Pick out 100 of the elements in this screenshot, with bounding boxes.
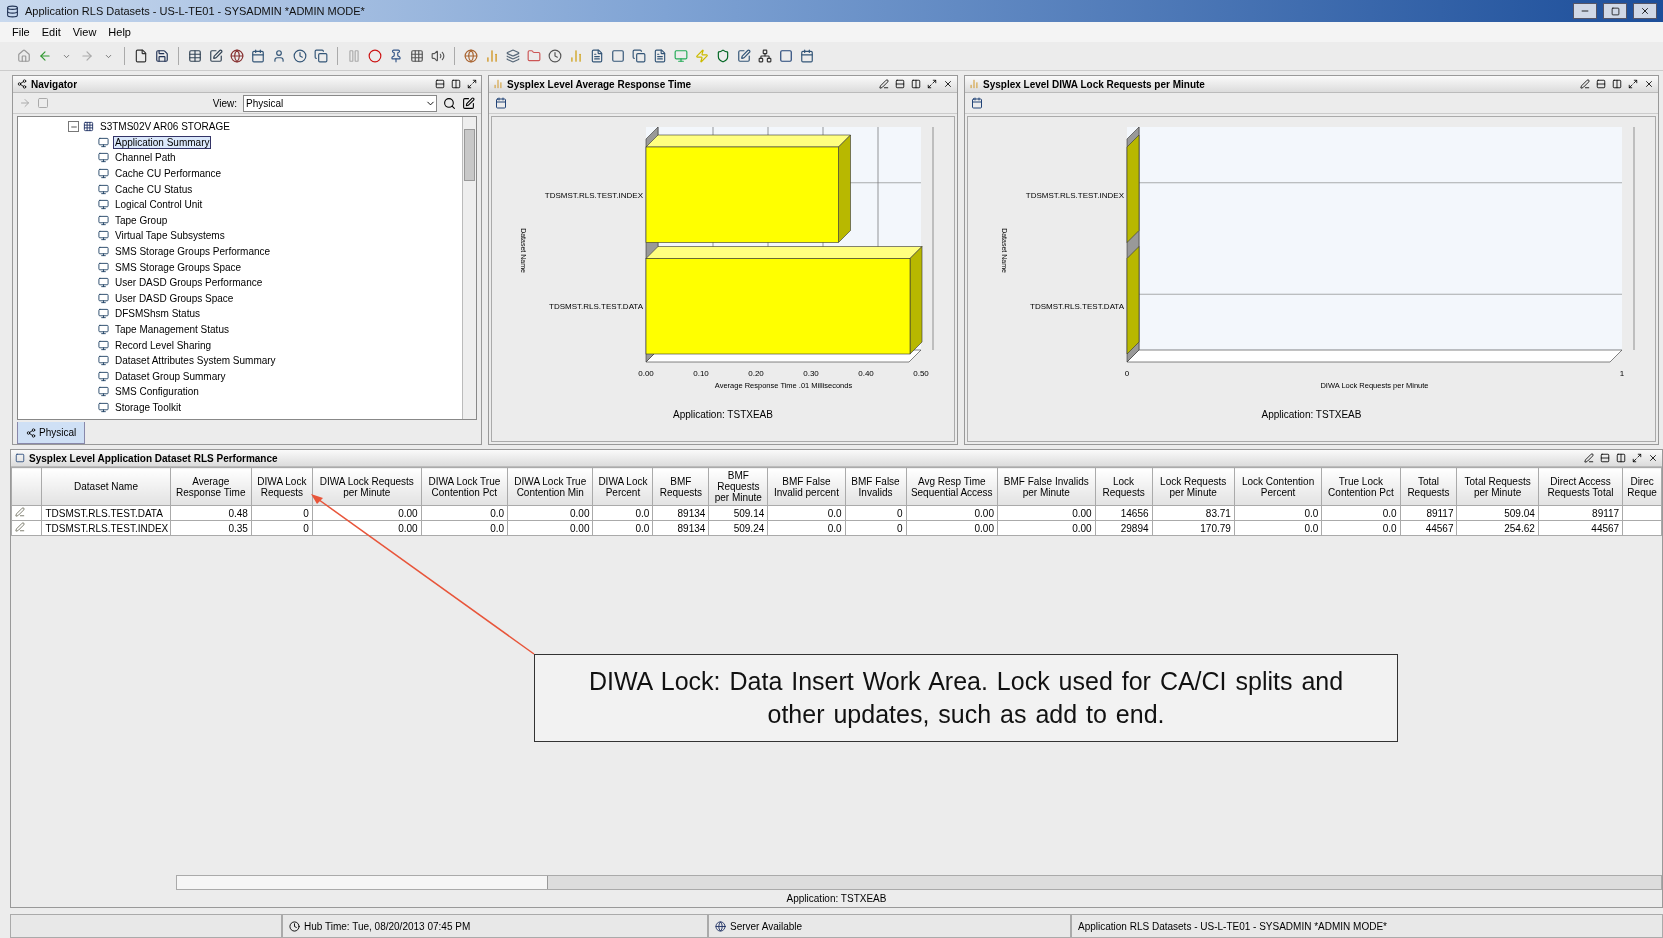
- menu-item[interactable]: Help: [104, 26, 135, 38]
- user-button[interactable]: [271, 48, 287, 64]
- copy-button[interactable]: [313, 48, 329, 64]
- tree-item[interactable]: Virtual Tape Subsystems: [113, 229, 227, 243]
- column-header[interactable]: Direc Reque: [1622, 467, 1662, 506]
- column-header[interactable]: DIWA Lock Requests: [251, 467, 313, 506]
- pin-button[interactable]: [388, 48, 404, 64]
- minimize-button[interactable]: [1573, 3, 1597, 19]
- globe-button[interactable]: [463, 48, 479, 64]
- split-icon[interactable]: [911, 79, 921, 89]
- column-header[interactable]: BMF False Invalids per Minute: [997, 467, 1096, 506]
- column-header[interactable]: BMF Requests: [652, 467, 709, 506]
- maximize-icon[interactable]: [1632, 453, 1642, 463]
- edit-button[interactable]: [736, 48, 752, 64]
- pencil-icon[interactable]: [1580, 79, 1590, 89]
- tree-item[interactable]: Application Summary: [113, 135, 212, 149]
- tree-item[interactable]: Record Level Sharing: [113, 338, 214, 352]
- scrollbar[interactable]: [176, 875, 1662, 890]
- column-header[interactable]: Lock Requests: [1095, 467, 1152, 506]
- close-icon[interactable]: [1648, 453, 1658, 463]
- column-header[interactable]: Dataset Name: [42, 467, 171, 506]
- tree-item[interactable]: SMS Storage Groups Performance: [113, 245, 273, 259]
- column-header[interactable]: Average Response Time: [170, 467, 252, 506]
- column-header[interactable]: DIWA Lock Percent: [592, 467, 653, 506]
- column-header[interactable]: Lock Requests per Minute: [1152, 467, 1235, 506]
- layers-button[interactable]: [505, 48, 521, 64]
- menu-item[interactable]: File: [8, 26, 34, 38]
- window-button[interactable]: [610, 48, 626, 64]
- tree-item[interactable]: Storage Toolkit: [113, 401, 183, 414]
- table-button[interactable]: [187, 48, 203, 64]
- edit-icon[interactable]: [462, 96, 475, 110]
- folder-button[interactable]: [526, 48, 542, 64]
- calendar-button[interactable]: [799, 48, 815, 64]
- maximize-icon[interactable]: [1628, 79, 1638, 89]
- network-button[interactable]: [757, 48, 773, 64]
- clock-button[interactable]: [547, 48, 563, 64]
- tree-item[interactable]: Cache CU Performance: [113, 167, 224, 181]
- globe-button[interactable]: [229, 48, 245, 64]
- column-header[interactable]: True Lock Contention Pct: [1321, 467, 1401, 506]
- window-button[interactable]: [778, 48, 794, 64]
- pencil-icon[interactable]: [1584, 453, 1594, 463]
- close-button[interactable]: [1633, 3, 1657, 19]
- collapse-toggle[interactable]: [68, 121, 79, 133]
- maximize-icon[interactable]: [927, 79, 937, 89]
- column-header[interactable]: Avg Resp Time Sequential Access: [906, 467, 998, 506]
- calendar-button[interactable]: [250, 48, 266, 64]
- tree-item[interactable]: User DASD Groups Space: [113, 291, 236, 305]
- column-header[interactable]: Total Requests per Minute: [1456, 467, 1539, 506]
- column-header[interactable]: BMF False Invalids: [845, 467, 906, 506]
- column-header[interactable]: Total Requests: [1400, 467, 1457, 506]
- tree-item[interactable]: Logical Control Unit: [113, 198, 205, 212]
- search-icon[interactable]: [443, 96, 456, 110]
- menu-item[interactable]: Edit: [37, 26, 65, 38]
- split-icon[interactable]: [451, 79, 461, 89]
- view-dropdown[interactable]: Physical: [243, 94, 437, 112]
- pencil-icon[interactable]: [879, 79, 889, 89]
- tree-item[interactable]: User DASD Groups Performance: [113, 276, 265, 290]
- edit-button[interactable]: [208, 48, 224, 64]
- tree-item[interactable]: S3TMS02V AR06 STORAGE: [98, 120, 232, 134]
- grid-button[interactable]: [409, 48, 425, 64]
- column-header[interactable]: Direct Access Requests Total: [1538, 467, 1623, 506]
- tree-item[interactable]: DFSMShsm Status: [113, 307, 203, 321]
- speaker-button[interactable]: [430, 48, 446, 64]
- document-button[interactable]: [589, 48, 605, 64]
- calendar-icon[interactable]: [971, 97, 983, 109]
- column-header[interactable]: DIWA Lock True Contention Min: [507, 467, 593, 506]
- tree-item[interactable]: Dataset Attributes System Summary: [113, 354, 278, 368]
- close-icon[interactable]: [1644, 79, 1654, 89]
- shield-button[interactable]: [715, 48, 731, 64]
- maximize-button[interactable]: [1603, 3, 1627, 19]
- calendar-icon[interactable]: [495, 97, 507, 109]
- column-header[interactable]: DIWA Lock Requests per Minute: [312, 467, 422, 506]
- menu-item[interactable]: View: [68, 26, 101, 38]
- tree-item[interactable]: SMS Storage Groups Space: [113, 260, 244, 274]
- clock-button[interactable]: [292, 48, 308, 64]
- tree-item[interactable]: Tape Group: [113, 213, 170, 227]
- panel-layout-icon[interactable]: [1596, 79, 1606, 89]
- maximize-icon[interactable]: [467, 79, 477, 89]
- tab[interactable]: Physical: [17, 422, 86, 444]
- tree-item[interactable]: Tape Management Status: [113, 323, 231, 336]
- panel-layout-icon[interactable]: [1600, 453, 1610, 463]
- copy-button[interactable]: [631, 48, 647, 64]
- split-icon[interactable]: [1612, 79, 1622, 89]
- scrollbar[interactable]: [462, 117, 476, 419]
- column-header[interactable]: BMF Requests per Minute: [708, 467, 768, 506]
- panel-layout-icon[interactable]: [895, 79, 905, 89]
- column-header[interactable]: Lock Contention Percent: [1234, 467, 1322, 506]
- save-button[interactable]: [154, 48, 170, 64]
- column-header[interactable]: DIWA Lock True Contention Pct: [421, 467, 508, 506]
- tree-item[interactable]: Dataset Group Summary: [113, 369, 228, 383]
- document-button[interactable]: [652, 48, 668, 64]
- close-icon[interactable]: [943, 79, 953, 89]
- tree-item[interactable]: Cache CU Status: [113, 182, 195, 196]
- panel-layout-icon[interactable]: [435, 79, 445, 89]
- new-document-button[interactable]: [133, 48, 149, 64]
- split-icon[interactable]: [1616, 453, 1626, 463]
- record-button[interactable]: [367, 48, 383, 64]
- tree-item[interactable]: SMS Configuration: [113, 385, 201, 399]
- tree-item[interactable]: Channel Path: [113, 151, 178, 165]
- column-header[interactable]: BMF False Invalid percent: [767, 467, 846, 506]
